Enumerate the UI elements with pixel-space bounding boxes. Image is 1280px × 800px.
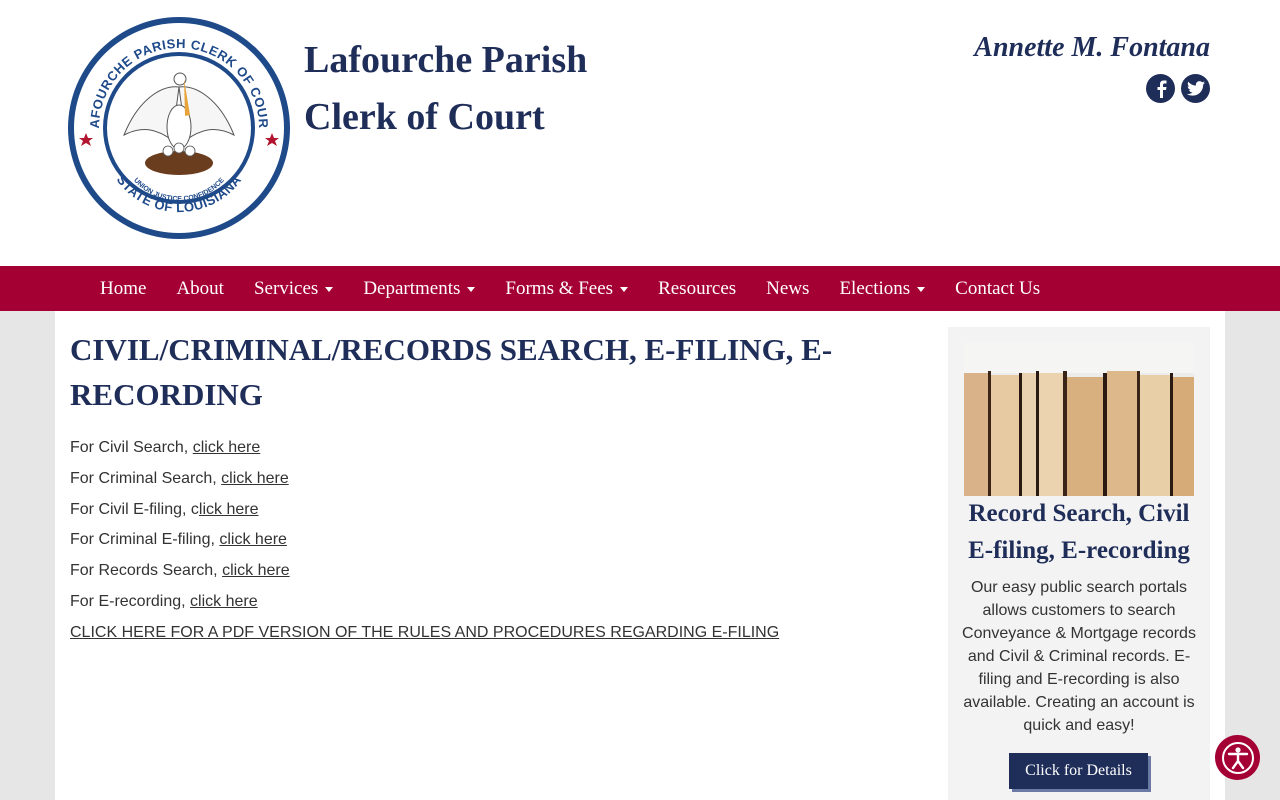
accessibility-button[interactable] <box>1215 735 1260 780</box>
criminal-search-line: For Criminal Search, click here <box>70 464 910 495</box>
nav-home[interactable]: Home <box>85 278 161 300</box>
sidebar-card: Record Search, Civil E-filing, E-recordi… <box>948 327 1210 800</box>
civil-efiling-line: For Civil E-filing, click here <box>70 495 910 526</box>
erecording-link[interactable]: click here <box>190 593 258 610</box>
nav-label: Home <box>100 277 147 299</box>
service-links: For Civil Search, click here For Crimina… <box>70 433 910 649</box>
site-title-line1: Lafourche Parish <box>304 39 588 81</box>
sidebar-description: Our easy public search portals allows cu… <box>962 579 1196 734</box>
caret-down-icon <box>467 287 476 292</box>
clerk-name: Annette M. Fontana <box>974 32 1210 63</box>
erecording-line: For E-recording, click here <box>70 587 910 618</box>
efiling-rules-pdf-link[interactable]: CLICK HERE FOR A PDF VERSION OF THE RULE… <box>70 618 910 649</box>
books-image <box>964 343 1194 496</box>
main-nav: Home About Services Departments Forms & … <box>0 266 1280 311</box>
criminal-search-link[interactable]: click here <box>221 470 289 487</box>
civil-efiling-link[interactable]: lick here <box>199 501 259 518</box>
nav-departments[interactable]: Departments <box>348 278 490 300</box>
nav-about[interactable]: About <box>161 278 239 300</box>
criminal-efiling-line: For Criminal E-filing, click here <box>70 525 910 556</box>
criminal-efiling-link[interactable]: click here <box>219 531 287 548</box>
sidebar-title: Record Search, Civil E-filing, E-recordi… <box>968 500 1190 564</box>
link-prefix: For E-recording, <box>70 592 191 610</box>
site-header: LAFOURCHE PARISH CLERK OF COURT STATE OF… <box>0 0 1280 266</box>
site-title-line2: Clerk of Court <box>304 96 545 138</box>
records-search-line: For Records Search, click here <box>70 556 910 587</box>
nav-elections[interactable]: Elections <box>824 278 940 300</box>
nav-resources[interactable]: Resources <box>643 278 751 300</box>
click-for-details-button[interactable]: Click for Details <box>1009 753 1148 789</box>
civil-search-link[interactable]: click here <box>193 439 261 456</box>
parish-seal-logo[interactable]: LAFOURCHE PARISH CLERK OF COURT STATE OF… <box>66 15 292 241</box>
records-search-link[interactable]: click here <box>222 562 290 579</box>
link-prefix: For Civil E-filing, c <box>70 500 199 518</box>
nav-label: Departments <box>363 277 461 299</box>
accessibility-icon <box>1221 741 1254 774</box>
nav-label: Elections <box>839 277 911 299</box>
link-prefix: For Criminal Search, <box>70 469 222 487</box>
nav-label: Resources <box>658 277 737 299</box>
nav-label: Services <box>253 277 319 299</box>
link-prefix: For Civil Search, <box>70 439 193 456</box>
link-prefix: For Criminal E-filing, <box>70 531 220 549</box>
nav-label: About <box>176 277 224 299</box>
nav-label: Contact Us <box>955 277 1041 299</box>
page-title: CIVIL/CRIMINAL/RECORDS SEARCH, E-FILING,… <box>70 332 833 412</box>
nav-contact-us[interactable]: Contact Us <box>940 278 1055 300</box>
twitter-link[interactable] <box>1181 74 1210 103</box>
facebook-icon <box>1157 80 1166 98</box>
main-content: CIVIL/CRIMINAL/RECORDS SEARCH, E-FILING,… <box>55 311 1225 800</box>
caret-down-icon <box>917 287 926 292</box>
civil-search-line: For Civil Search, click here <box>70 433 910 464</box>
facebook-link[interactable] <box>1146 74 1175 103</box>
site-title[interactable]: Lafourche Parish Clerk of Court <box>304 32 587 146</box>
twitter-icon <box>1186 81 1205 96</box>
nav-label: Forms & Fees <box>505 277 614 299</box>
nav-news[interactable]: News <box>751 278 824 300</box>
caret-down-icon <box>325 287 334 292</box>
link-prefix: For Records Search, <box>70 562 223 580</box>
caret-down-icon <box>620 287 629 292</box>
nav-label: News <box>766 277 810 299</box>
nav-services[interactable]: Services <box>239 278 348 300</box>
social-links <box>1146 74 1210 103</box>
nav-forms-fees[interactable]: Forms & Fees <box>490 278 643 300</box>
